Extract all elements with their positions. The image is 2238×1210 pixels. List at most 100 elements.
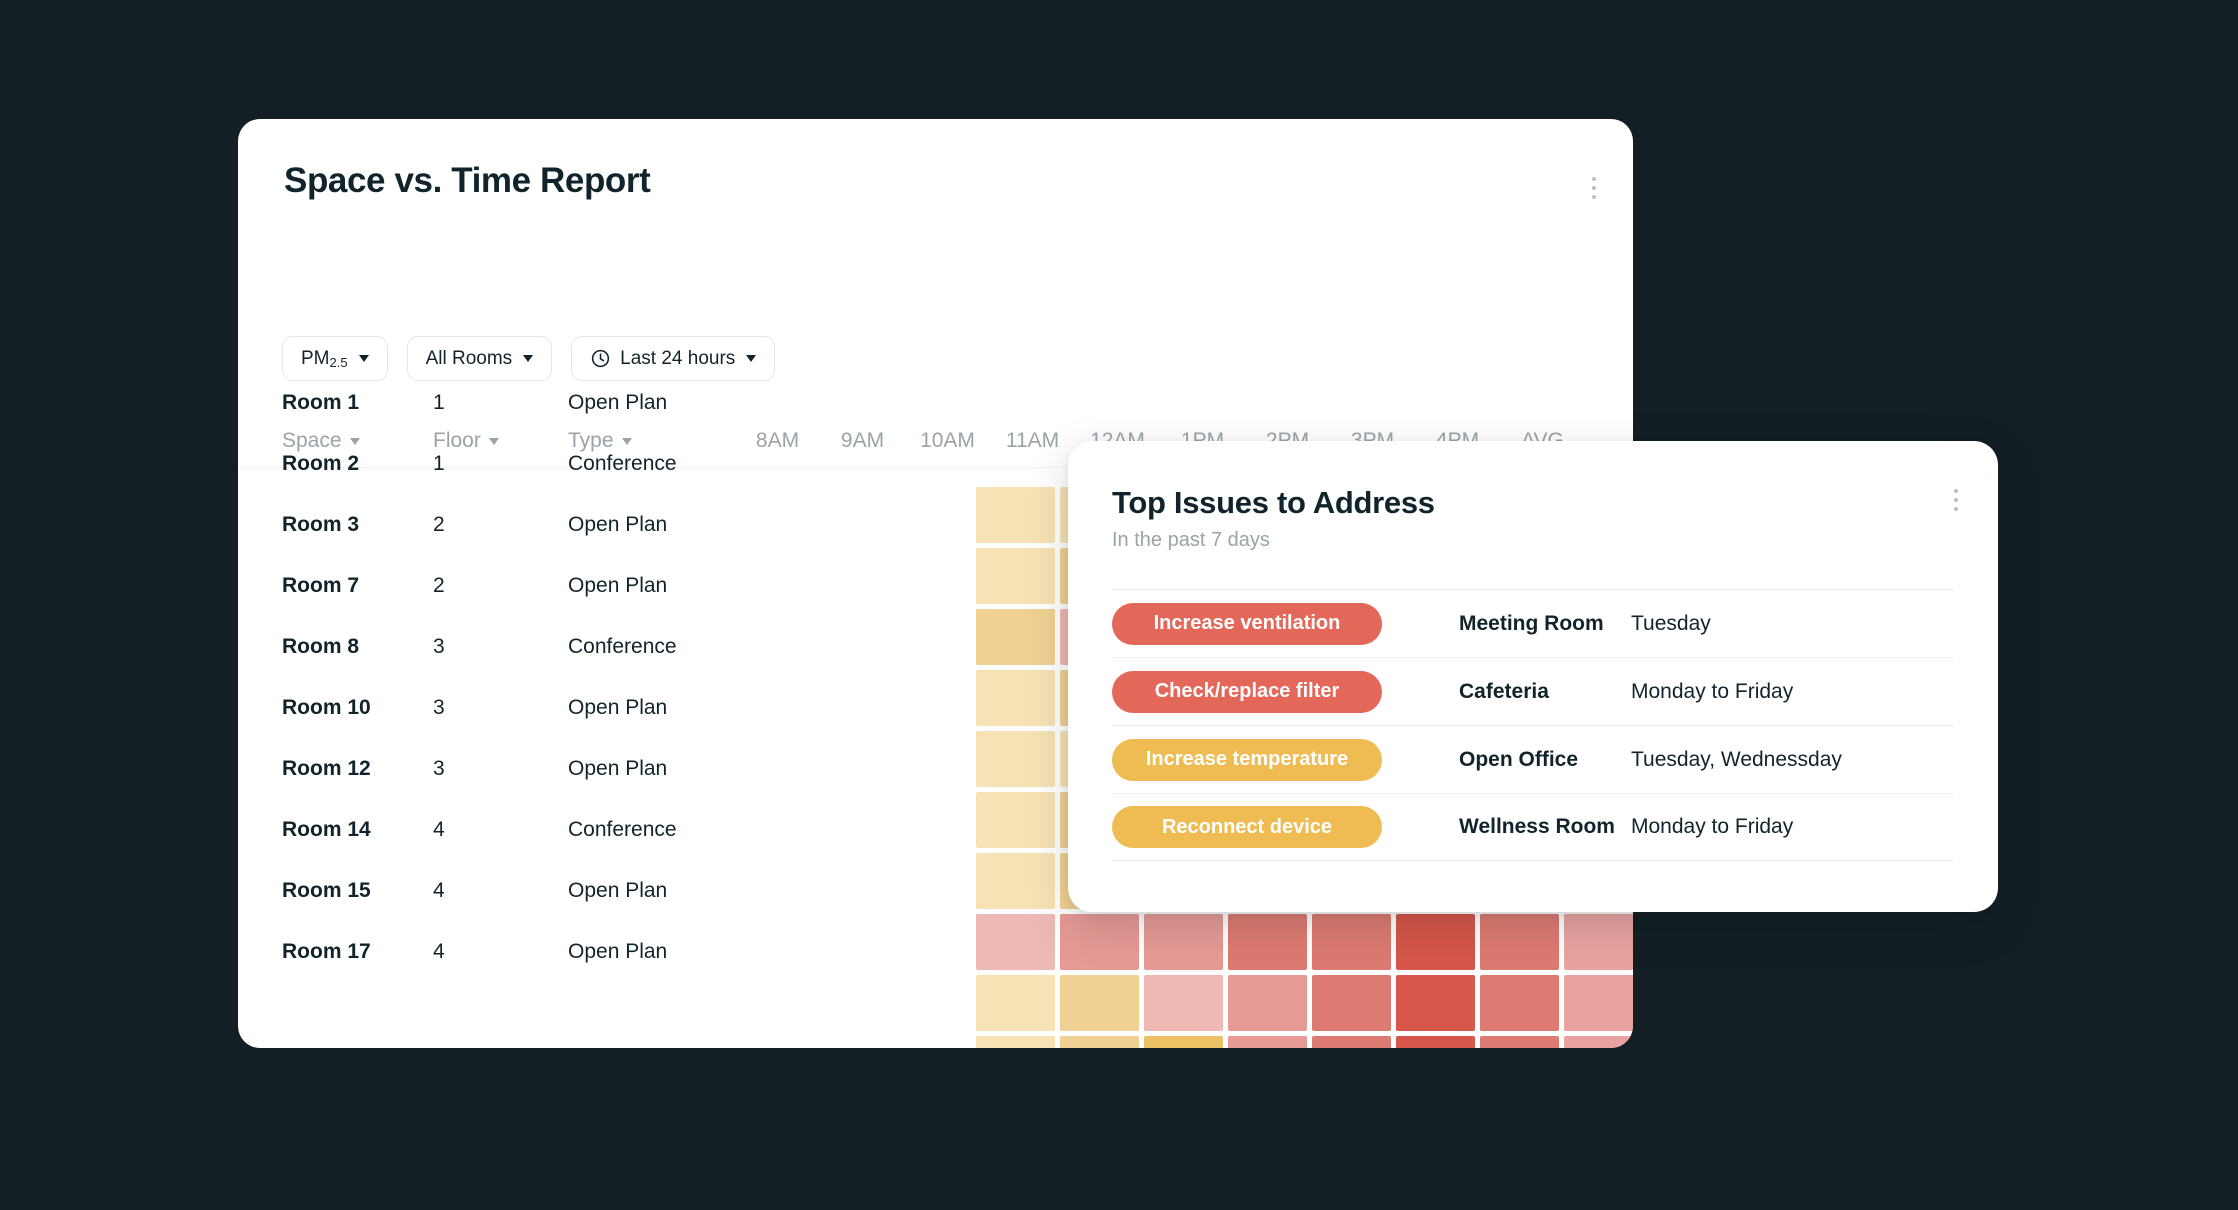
heatmap-cell[interactable] — [976, 914, 1055, 970]
column-header-type[interactable]: Type — [568, 429, 632, 453]
filter-bar: PM2.5 All Rooms Last 24 hours — [282, 336, 776, 381]
column-header-time: 11AM — [1005, 429, 1060, 452]
cell-type: Open Plan — [568, 879, 668, 902]
issue-row: Check/replace filter Cafeteria Monday to F… — [1112, 657, 1954, 725]
cell-floor: 2 — [433, 513, 445, 536]
cell-floor: 3 — [433, 696, 445, 719]
issue-place: Open Office — [1459, 747, 1579, 771]
heatmap-cell[interactable] — [1480, 975, 1559, 1031]
heatmap-cell[interactable] — [1060, 975, 1139, 1031]
heatmap-cell[interactable] — [1564, 914, 1633, 970]
kebab-menu-icon[interactable] — [1585, 177, 1603, 199]
column-header-type-label: Type — [568, 429, 614, 452]
cell-type: Conference — [568, 452, 677, 475]
heatmap-cell[interactable] — [976, 670, 1055, 726]
filter-chip-timerange-label: Last 24 hours — [620, 347, 736, 369]
issues-card-title: Top Issues to Address — [1112, 485, 1435, 520]
cell-space: Room 7 — [282, 574, 360, 597]
cell-floor: 4 — [433, 940, 445, 963]
column-header-time: 8AM — [755, 429, 800, 452]
chevron-down-icon — [621, 437, 632, 445]
heatmap-cell[interactable] — [1312, 975, 1391, 1031]
cell-type: Open Plan — [568, 757, 668, 780]
clock-icon — [591, 349, 610, 368]
column-header-time: 9AM — [840, 429, 885, 452]
cell-space: Room 15 — [282, 879, 371, 902]
heatmap-cell[interactable] — [1060, 1036, 1139, 1048]
issue-action-pill[interactable]: Increase ventilation — [1112, 602, 1382, 645]
cell-type: Conference — [568, 635, 677, 658]
heatmap-cell[interactable] — [976, 1036, 1055, 1048]
issue-action-pill[interactable]: Reconnect device — [1112, 806, 1382, 848]
issue-schedule: Tuesday — [1631, 611, 1711, 635]
filter-chip-pollutant[interactable]: PM2.5 — [282, 336, 388, 381]
heatmap-cell[interactable] — [1312, 914, 1391, 970]
heatmap-cell[interactable] — [976, 548, 1055, 604]
heatmap-cell[interactable] — [1480, 914, 1559, 970]
heatmap-cell[interactable] — [1144, 975, 1223, 1031]
heatmap-cell[interactable] — [1564, 1036, 1633, 1048]
cell-space: Room 17 — [282, 940, 371, 963]
cell-type: Open Plan — [568, 574, 668, 597]
cell-floor: 1 — [433, 452, 445, 475]
issue-row: Reconnect device Wellness Room Monday to F… — [1112, 793, 1954, 861]
issue-schedule: Tuesday, Wednessday — [1631, 747, 1842, 771]
cell-floor: 4 — [433, 818, 445, 841]
filter-chip-timerange[interactable]: Last 24 hours — [571, 336, 776, 381]
column-header-floor[interactable]: Floor — [433, 429, 499, 453]
cell-space: Room 3 — [282, 513, 360, 536]
chevron-down-icon — [523, 355, 534, 362]
heatmap-cell[interactable] — [1144, 1036, 1223, 1048]
heatmap-cell[interactable] — [1228, 975, 1307, 1031]
heatmap-cell[interactable] — [1564, 975, 1633, 1031]
heatmap-cell[interactable] — [1312, 1036, 1391, 1048]
heatmap-cell[interactable] — [976, 792, 1055, 848]
cell-type: Open Plan — [568, 696, 668, 719]
issue-row: Increase ventilation Meeting Room Tuesday — [1112, 589, 1954, 657]
kebab-menu-icon[interactable] — [1947, 489, 1965, 511]
heatmap-cell[interactable] — [1396, 914, 1475, 970]
heatmap-cell[interactable] — [976, 853, 1055, 909]
issue-action-pill[interactable]: Check/replace filter — [1112, 670, 1382, 713]
filter-chip-pollutant-label: PM2.5 — [301, 347, 348, 370]
cell-floor: 4 — [433, 879, 445, 902]
heatmap-cell[interactable] — [1480, 1036, 1559, 1048]
cell-floor: 3 — [433, 757, 445, 780]
cell-floor: 2 — [433, 574, 445, 597]
issue-place: Cafeteria — [1459, 679, 1549, 703]
heatmap-cell[interactable] — [1144, 914, 1223, 970]
cell-space: Room 14 — [282, 818, 371, 841]
heatmap-cell[interactable] — [1396, 975, 1475, 1031]
cell-space: Room 1 — [282, 391, 360, 414]
cell-type: Open Plan — [568, 513, 668, 536]
issue-schedule: Monday to Friday — [1631, 679, 1794, 703]
cell-space: Room 2 — [282, 452, 360, 475]
chevron-down-icon — [349, 437, 360, 445]
column-header-floor-label: Floor — [433, 429, 481, 452]
issue-place: Wellness Room — [1459, 815, 1615, 838]
cell-space: Room 10 — [282, 696, 371, 719]
heatmap-cell[interactable] — [1396, 1036, 1475, 1048]
column-header-time: 10AM — [920, 429, 975, 452]
issues-list: Increase ventilation Meeting Room Tuesday C… — [1112, 589, 1954, 861]
heatmap-cell[interactable] — [976, 975, 1055, 1031]
heatmap-cell[interactable] — [1228, 914, 1307, 970]
issues-card-subtitle: In the past 7 days — [1112, 529, 1270, 551]
filter-chip-rooms[interactable]: All Rooms — [406, 336, 553, 381]
column-header-space[interactable]: Space — [282, 429, 360, 453]
cell-type: Open Plan — [568, 391, 668, 414]
heatmap-cell[interactable] — [976, 731, 1055, 787]
heatmap-cell[interactable] — [976, 487, 1055, 543]
column-header-space-label: Space — [282, 429, 342, 452]
chevron-down-icon — [488, 437, 499, 445]
issue-row: Increase temperature Open Office Tuesday, … — [1112, 725, 1954, 793]
heatmap-cell[interactable] — [1228, 1036, 1307, 1048]
heatmap-cell[interactable] — [1060, 914, 1139, 970]
cell-floor: 1 — [433, 391, 445, 414]
cell-space: Room 8 — [282, 635, 360, 658]
cell-space: Room 12 — [282, 757, 371, 780]
cell-floor: 3 — [433, 635, 445, 658]
heatmap-cell[interactable] — [976, 609, 1055, 665]
issue-action-pill[interactable]: Increase temperature — [1112, 738, 1382, 781]
top-issues-card: Top Issues to Address In the past 7 days… — [1068, 441, 1998, 912]
